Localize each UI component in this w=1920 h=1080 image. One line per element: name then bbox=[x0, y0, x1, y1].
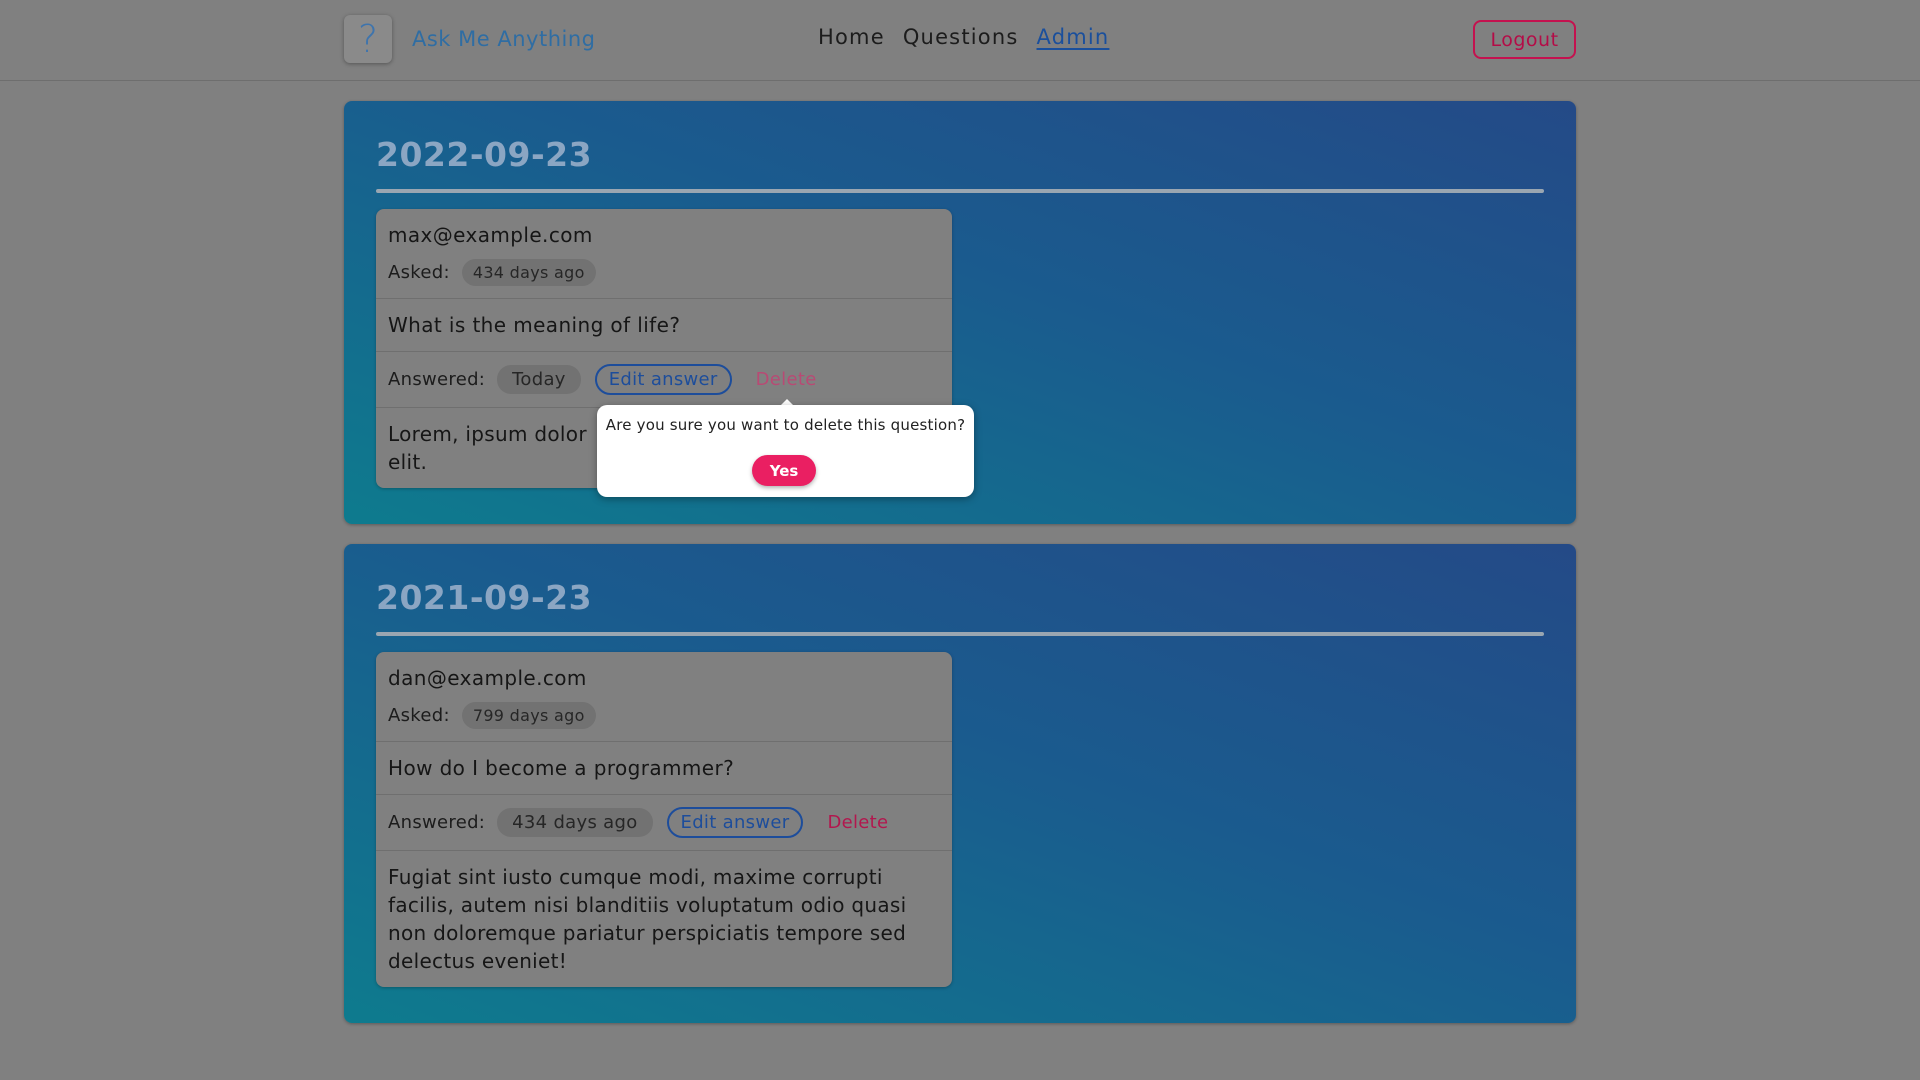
app-name[interactable]: Ask Me Anything bbox=[412, 27, 595, 51]
asked-time-badge: 434 days ago bbox=[461, 259, 596, 286]
question-mark-logo-icon[interactable]: ? bbox=[344, 15, 392, 63]
delete-button[interactable]: Delete bbox=[827, 812, 888, 833]
asked-label: Asked: bbox=[388, 262, 450, 283]
nav-link-questions[interactable]: Questions bbox=[903, 25, 1019, 49]
answered-label: Answered: bbox=[388, 812, 486, 833]
delete-confirm-popover: Are you sure you want to delete this que… bbox=[597, 405, 974, 497]
answered-time-badge: 434 days ago bbox=[497, 808, 653, 837]
question-card: dan@example.com Asked: 799 days ago How … bbox=[376, 652, 952, 987]
confirm-yes-button[interactable]: Yes bbox=[752, 455, 816, 486]
answer-text: Fugiat sint iusto cumque modi, maxime co… bbox=[388, 865, 907, 973]
confirm-message: Are you sure you want to delete this que… bbox=[605, 416, 966, 434]
answer-line-1: Lorem, ipsum dolor bbox=[388, 422, 587, 446]
logout-button[interactable]: Logout bbox=[1473, 20, 1576, 59]
edit-answer-button[interactable]: Edit answer bbox=[594, 364, 732, 395]
group-date-heading: 2021-09-23 bbox=[376, 578, 593, 617]
question-text: What is the meaning of life? bbox=[388, 313, 681, 337]
nav-link-admin[interactable]: Admin bbox=[1037, 25, 1110, 49]
question-meta: dan@example.com Asked: 799 days ago bbox=[376, 652, 952, 742]
answered-label: Answered: bbox=[388, 369, 486, 390]
asker-email: max@example.com bbox=[388, 223, 593, 247]
delete-button[interactable]: Delete bbox=[756, 369, 817, 390]
group-date-heading: 2022-09-23 bbox=[376, 135, 593, 174]
question-meta: max@example.com Asked: 434 days ago bbox=[376, 209, 952, 299]
answered-time-badge: Today bbox=[497, 365, 581, 394]
question-group-panel: 2021-09-23 dan@example.com Asked: 799 da… bbox=[344, 544, 1576, 1023]
question-text: How do I become a programmer? bbox=[388, 756, 735, 780]
answer-line-2: elit. bbox=[388, 450, 428, 474]
nav-link-home[interactable]: Home bbox=[818, 25, 885, 49]
top-navbar: ? Ask Me Anything Home Questions Admin L… bbox=[0, 0, 1920, 81]
brand[interactable]: ? Ask Me Anything bbox=[344, 15, 595, 63]
main-nav: Home Questions Admin bbox=[818, 25, 1109, 49]
divider bbox=[376, 632, 1544, 636]
asker-email: dan@example.com bbox=[388, 666, 587, 690]
edit-answer-button[interactable]: Edit answer bbox=[666, 807, 804, 838]
asked-time-badge: 799 days ago bbox=[461, 702, 596, 729]
asked-label: Asked: bbox=[388, 705, 450, 726]
divider bbox=[376, 189, 1544, 193]
